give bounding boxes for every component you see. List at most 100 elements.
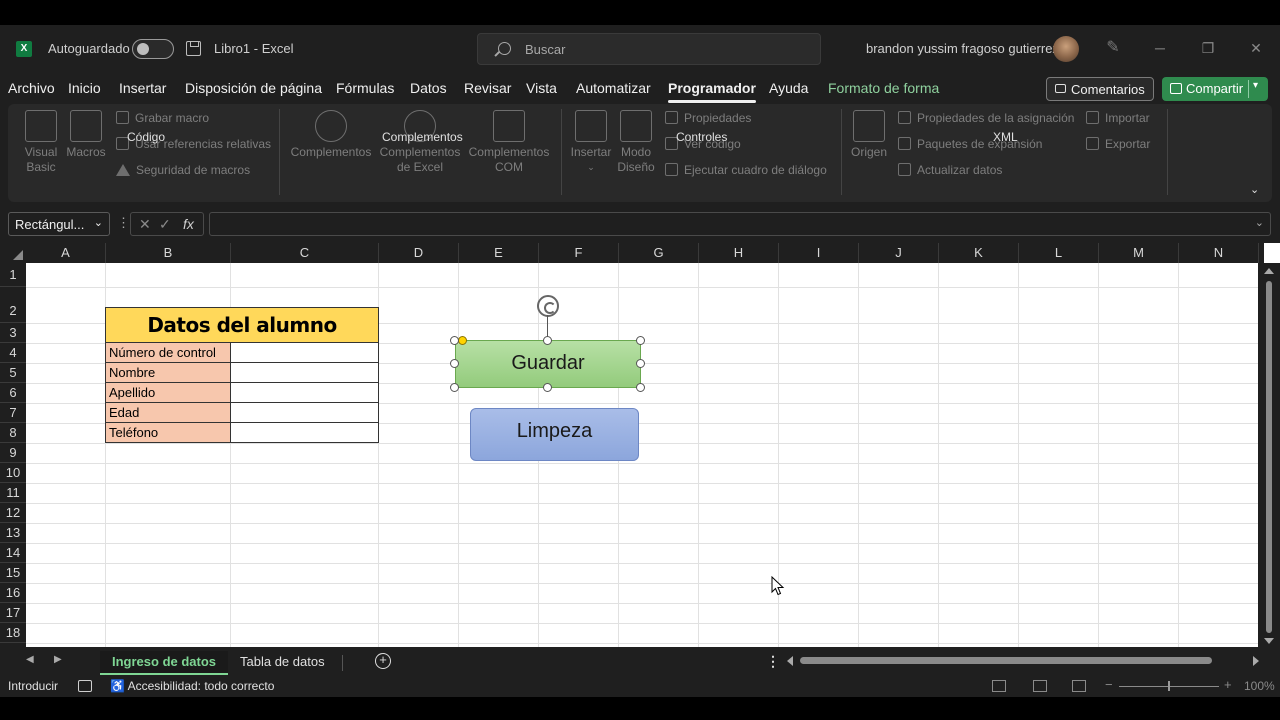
limpeza-shape-button[interactable]: Limpeza <box>470 408 639 461</box>
form-title-cell[interactable]: Datos del alumno <box>105 307 379 343</box>
record-macro-button[interactable]: Grabar macro <box>116 111 209 125</box>
tab-vista[interactable]: Vista <box>526 80 557 96</box>
normal-view-icon[interactable] <box>992 680 1006 692</box>
scroll-right-icon[interactable] <box>1253 656 1259 666</box>
column-header-a[interactable]: A <box>26 243 106 263</box>
row-header[interactable]: 10 <box>0 463 26 483</box>
macros-button[interactable]: Macros <box>66 110 106 160</box>
share-button[interactable]: Compartir ▾ <box>1162 77 1268 101</box>
rotate-handle-icon[interactable] <box>537 295 559 317</box>
column-header-f[interactable]: F <box>539 243 619 263</box>
row-header[interactable]: 7 <box>0 403 26 423</box>
column-header-m[interactable]: M <box>1099 243 1179 263</box>
row-header[interactable]: 15 <box>0 563 26 583</box>
chevron-down-icon[interactable]: ▾ <box>1253 80 1258 91</box>
scroll-thumb[interactable] <box>800 657 1212 664</box>
field-label-cell[interactable]: Teléfono <box>105 423 231 443</box>
row-header[interactable]: 18 <box>0 623 26 643</box>
accessibility-status[interactable]: ♿ Accesibilidad: todo correcto <box>110 679 274 693</box>
horizontal-scrollbar[interactable] <box>784 655 1262 667</box>
tab-inicio[interactable]: Inicio <box>68 80 101 96</box>
adjust-handle[interactable] <box>458 336 467 345</box>
xml-source-button[interactable]: Origen <box>849 110 889 160</box>
comments-button[interactable]: Comentarios <box>1046 77 1154 101</box>
resize-handle[interactable] <box>450 359 459 368</box>
tab-ayuda[interactable]: Ayuda <box>769 80 808 96</box>
sheet-tab-tabla[interactable]: Tabla de datos <box>228 651 337 675</box>
com-addins-button[interactable]: Complementos COM <box>466 110 552 175</box>
field-value-cell[interactable] <box>230 343 379 363</box>
properties-button[interactable]: Propiedades <box>665 111 751 125</box>
tab-automatizar[interactable]: Automatizar <box>576 80 651 96</box>
insert-control-button[interactable]: Insertar ⌄ <box>569 110 613 175</box>
row-header[interactable]: 17 <box>0 603 26 623</box>
autosave-toggle[interactable] <box>132 39 174 59</box>
row-header[interactable]: 13 <box>0 523 26 543</box>
scroll-down-icon[interactable] <box>1264 638 1274 644</box>
row-header[interactable]: 6 <box>0 383 26 403</box>
tab-disposicion[interactable]: Disposición de página <box>185 80 322 96</box>
refresh-data-button[interactable]: Actualizar datos <box>898 163 1002 177</box>
export-button[interactable]: Exportar <box>1086 137 1150 151</box>
add-sheet-icon[interactable]: + <box>375 653 391 669</box>
row-header[interactable]: 16 <box>0 583 26 603</box>
row-header[interactable]: 2 <box>0 287 26 323</box>
column-header-l[interactable]: L <box>1019 243 1099 263</box>
resize-handle[interactable] <box>636 336 645 345</box>
zoom-in-icon[interactable]: + <box>1224 677 1232 692</box>
row-header[interactable]: 5 <box>0 363 26 383</box>
column-header-d[interactable]: D <box>379 243 459 263</box>
tab-revisar[interactable]: Revisar <box>464 80 511 96</box>
field-label-cell[interactable]: Apellido <box>105 383 231 403</box>
run-dialog-button[interactable]: Ejecutar cuadro de diálogo <box>665 163 827 177</box>
row-header[interactable]: 4 <box>0 343 26 363</box>
name-box[interactable]: Rectángul... ⌄ <box>8 212 110 236</box>
cancel-icon[interactable]: ✕ <box>139 216 151 233</box>
minimize-icon[interactable]: ─ <box>1145 35 1175 61</box>
resize-handle[interactable] <box>543 336 552 345</box>
chevron-down-icon[interactable]: ⌄ <box>1255 216 1264 229</box>
field-label-cell[interactable]: Nombre <box>105 363 231 383</box>
column-header-k[interactable]: K <box>939 243 1019 263</box>
vertical-scrollbar[interactable] <box>1258 263 1280 647</box>
sheet-tab-ingreso[interactable]: Ingreso de datos <box>100 651 229 675</box>
tab-datos[interactable]: Datos <box>410 80 447 96</box>
field-value-cell[interactable] <box>230 383 379 403</box>
save-icon[interactable] <box>186 41 201 56</box>
zoom-out-icon[interactable]: − <box>1105 677 1113 692</box>
visual-basic-button[interactable]: Visual Basic <box>22 110 60 175</box>
guardar-shape-button[interactable]: Guardar <box>455 340 641 388</box>
resize-handle[interactable] <box>636 359 645 368</box>
tab-programador[interactable]: Programador <box>668 80 756 103</box>
tab-archivo[interactable]: Archivo <box>8 80 55 96</box>
restore-icon[interactable]: ❐ <box>1193 35 1223 61</box>
column-header-g[interactable]: G <box>619 243 699 263</box>
scroll-left-icon[interactable] <box>787 656 793 666</box>
row-header[interactable]: 9 <box>0 443 26 463</box>
scroll-thumb[interactable] <box>1266 281 1272 633</box>
next-sheet-icon[interactable]: ▶ <box>54 654 62 665</box>
pen-icon[interactable]: ✎ <box>1104 39 1122 57</box>
scroll-up-icon[interactable] <box>1264 268 1274 274</box>
row-header[interactable]: 11 <box>0 483 26 503</box>
row-header[interactable]: 12 <box>0 503 26 523</box>
chevron-down-icon[interactable]: ⌄ <box>94 216 103 229</box>
import-button[interactable]: Importar <box>1086 111 1150 125</box>
macro-security-button[interactable]: Seguridad de macros <box>116 163 250 177</box>
tab-formato-de-forma[interactable]: Formato de forma <box>828 80 939 96</box>
prev-sheet-icon[interactable]: ◀ <box>26 654 34 665</box>
column-header-b[interactable]: B <box>106 243 231 263</box>
check-icon[interactable]: ✓ <box>159 216 171 233</box>
expansion-packs-button[interactable]: Paquetes de expansión <box>898 137 1042 151</box>
resize-handle[interactable] <box>636 383 645 392</box>
row-header[interactable]: 3 <box>0 323 26 343</box>
chevron-down-icon[interactable]: ⌄ <box>1250 183 1259 196</box>
macro-record-icon[interactable] <box>78 680 92 692</box>
addins-button[interactable]: Complementos <box>288 110 374 160</box>
zoom-level[interactable]: 100% <box>1244 679 1275 693</box>
field-label-cell[interactable]: Edad <box>105 403 231 423</box>
design-mode-button[interactable]: Modo Diseño <box>616 110 656 175</box>
column-header-n[interactable]: N <box>1179 243 1259 263</box>
fx-icon[interactable]: fx <box>183 216 194 232</box>
spreadsheet-grid[interactable]: A B C D E F G H I J K L M N 1 2 3 4 5 6 … <box>0 243 1280 647</box>
